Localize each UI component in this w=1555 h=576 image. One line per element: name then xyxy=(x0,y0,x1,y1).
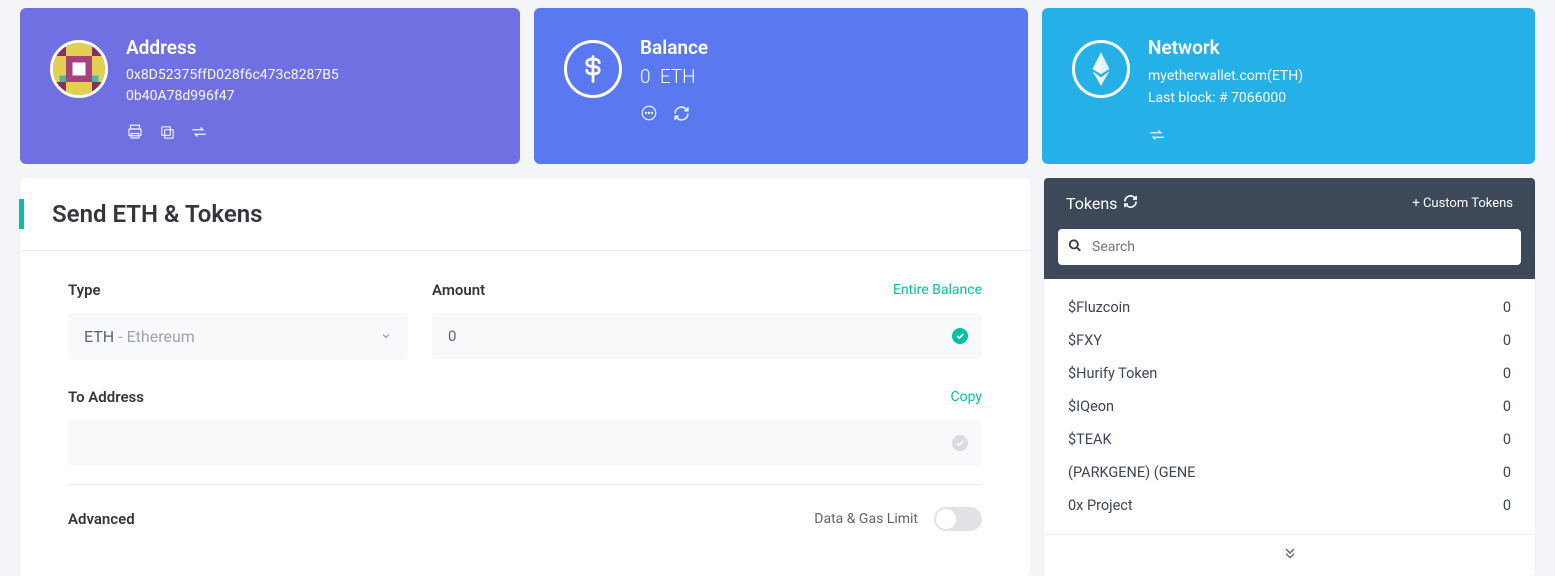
token-list: $Fluzcoin0$FXY0$Hurify Token0$IQeon0$TEA… xyxy=(1044,279,1535,534)
token-name: 0x Project xyxy=(1068,497,1133,514)
token-name: $FXY xyxy=(1068,332,1102,349)
token-name: $Fluzcoin xyxy=(1068,299,1130,316)
balance-card: Balance 0 ETH xyxy=(534,8,1028,164)
token-name: $Hurify Token xyxy=(1068,365,1157,382)
copy-link[interactable]: Copy xyxy=(950,389,982,405)
copy-icon[interactable] xyxy=(158,123,176,141)
token-row[interactable]: $FXY 0 xyxy=(1044,324,1535,357)
token-balance: 0 xyxy=(1503,332,1511,349)
token-row[interactable]: $Hurify Token 0 xyxy=(1044,357,1535,390)
refresh-icon[interactable] xyxy=(672,104,690,122)
address-line1: 0x8D52375ffD028f6c473c8287B5 xyxy=(126,65,339,86)
token-balance: 0 xyxy=(1503,431,1511,448)
network-card: Network myetherwallet.com(ETH) Last bloc… xyxy=(1042,8,1535,164)
balance-amount: 0 xyxy=(640,65,651,88)
token-name: (PARKGENE) (GENE xyxy=(1068,464,1195,481)
token-balance: 0 xyxy=(1503,398,1511,415)
advanced-label: Advanced xyxy=(68,510,135,528)
token-row[interactable]: $IQeon 0 xyxy=(1044,390,1535,423)
more-icon[interactable] xyxy=(640,104,658,122)
token-row[interactable]: (PARKGENE) (GENE 0 xyxy=(1044,456,1535,489)
token-row[interactable]: 0x Project 0 xyxy=(1044,489,1535,522)
token-search-input[interactable] xyxy=(1058,229,1521,265)
token-balance: 0 xyxy=(1503,365,1511,382)
advanced-toggle[interactable] xyxy=(934,507,982,531)
swap-icon[interactable] xyxy=(190,123,208,141)
currency-name: - Ethereum xyxy=(114,327,195,346)
search-icon xyxy=(1068,237,1082,256)
print-icon[interactable] xyxy=(126,123,144,141)
type-label: Type xyxy=(68,281,101,299)
address-card: Address 0x8D52375ffD028f6c473c8287B5 0b4… xyxy=(20,8,520,164)
balance-unit: ETH xyxy=(660,65,696,88)
check-icon-disabled xyxy=(952,435,968,451)
chevron-down-icon xyxy=(380,327,392,346)
expand-tokens-button[interactable] xyxy=(1044,534,1535,576)
token-row[interactable]: $TEAK 0 xyxy=(1044,423,1535,456)
ethereum-icon xyxy=(1072,40,1130,98)
tokens-title: Tokens xyxy=(1066,194,1117,213)
address-title: Address xyxy=(126,36,339,59)
network-provider: myetherwallet.com(ETH) xyxy=(1148,65,1303,87)
dollar-icon xyxy=(564,40,622,98)
refresh-tokens-icon[interactable] xyxy=(1123,194,1138,213)
tokens-panel: Tokens + Custom Tokens $Fluzcoin0$FXY0$H… xyxy=(1044,178,1535,576)
token-balance: 0 xyxy=(1503,464,1511,481)
custom-tokens-link[interactable]: + Custom Tokens xyxy=(1412,196,1513,211)
amount-input[interactable] xyxy=(432,313,982,359)
token-row[interactable]: $Fluzcoin 0 xyxy=(1044,291,1535,324)
currency-symbol: ETH xyxy=(84,327,114,346)
token-name: $TEAK xyxy=(1068,431,1112,448)
entire-balance-link[interactable]: Entire Balance xyxy=(893,282,982,298)
amount-label: Amount xyxy=(432,281,485,299)
swap-network-icon[interactable] xyxy=(1148,126,1166,144)
currency-select[interactable]: ETH - Ethereum xyxy=(68,313,408,360)
to-address-label: To Address xyxy=(68,388,144,406)
token-balance: 0 xyxy=(1503,299,1511,316)
data-gas-label: Data & Gas Limit xyxy=(814,511,918,527)
network-title: Network xyxy=(1148,36,1303,59)
token-name: $IQeon xyxy=(1068,398,1114,415)
token-balance: 0 xyxy=(1503,497,1511,514)
to-address-input[interactable] xyxy=(68,420,982,466)
balance-title: Balance xyxy=(640,36,708,59)
check-icon xyxy=(952,328,968,344)
network-lastblock: Last block: # 7066000 xyxy=(1148,87,1303,109)
send-title: Send ETH & Tokens xyxy=(24,178,291,250)
address-line2: 0b40A78d996f47 xyxy=(126,86,339,107)
send-panel: Send ETH & Tokens Type ETH - Ethereum xyxy=(20,178,1030,576)
address-identicon xyxy=(50,40,108,98)
